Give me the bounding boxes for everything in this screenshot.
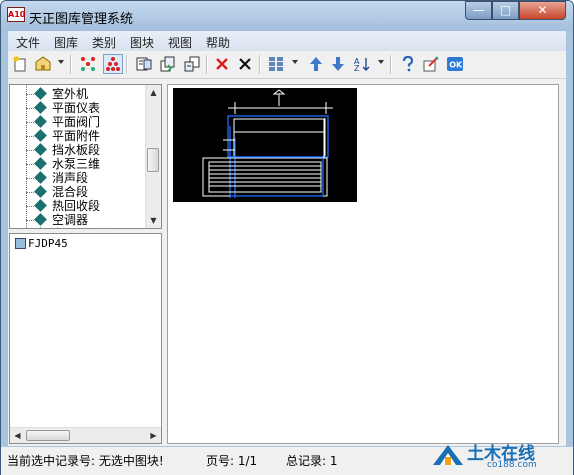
minimize-button[interactable]: — — [465, 1, 492, 20]
tree-item-label: 挡水板段 — [52, 143, 101, 157]
ok-icon[interactable]: OK — [445, 54, 465, 74]
scatter-view-icon[interactable] — [78, 54, 98, 74]
status-selection: 当前选中记录号: 无选中图块! — [7, 454, 164, 468]
open-library-icon[interactable] — [33, 54, 53, 74]
main-window: A10 天正图库管理系统 — □ ✕ 文件 图库 类别 图块 视图 帮助 A Z… — [0, 0, 574, 475]
tree-item[interactable]: 室外机 — [10, 87, 147, 101]
tree-item-label: 平面附件 — [52, 129, 101, 143]
scroll-right-icon[interactable]: ▶ — [146, 428, 161, 443]
tree-item[interactable]: 平面阀门 — [10, 115, 147, 129]
help-icon[interactable] — [398, 54, 418, 74]
scroll-thumb[interactable] — [26, 430, 70, 441]
category-icon — [34, 129, 47, 142]
app-logo-icon[interactable]: A10 — [7, 7, 25, 22]
title-bar[interactable]: A10 天正图库管理系统 — □ ✕ — [1, 1, 573, 31]
status-records: 总记录: 1 — [286, 454, 338, 468]
category-icon — [34, 227, 47, 228]
watermark-url: co188.com — [487, 460, 537, 470]
category-icon — [34, 87, 47, 100]
scroll-left-icon[interactable]: ◀ — [10, 428, 25, 443]
tree-item[interactable]: 空调器三维 — [10, 227, 147, 228]
menu-category[interactable]: 类别 — [92, 34, 116, 51]
list-horizontal-scrollbar[interactable]: ◀ ▶ — [10, 427, 161, 443]
category-icon — [34, 157, 47, 170]
watermark-logo-icon — [433, 445, 463, 465]
category-icon — [34, 213, 47, 226]
svg-text:OK: OK — [449, 61, 463, 70]
menu-block[interactable]: 图块 — [130, 34, 154, 51]
sort-az-icon[interactable]: AZ — [352, 54, 372, 74]
block-thumbnail[interactable] — [173, 88, 357, 202]
tree-item-label: 消声段 — [52, 171, 89, 185]
preview-icon[interactable] — [134, 54, 154, 74]
tree-item-label: 水泵三维 — [52, 157, 101, 171]
dropdown-icon[interactable] — [58, 60, 64, 64]
settings-icon[interactable] — [421, 54, 441, 74]
category-icon — [34, 199, 47, 212]
site-watermark: 土木在线 co188.com — [431, 439, 571, 473]
window-title: 天正图库管理系统 — [29, 12, 134, 27]
tree-item[interactable]: 水泵三维 — [10, 157, 147, 171]
menu-help[interactable]: 帮助 — [206, 34, 230, 51]
grid-view-icon[interactable] — [266, 54, 286, 74]
block-icon — [15, 238, 26, 249]
toolbar-separator — [390, 55, 392, 74]
toolbar-separator — [126, 55, 128, 74]
tree-vertical-scrollbar[interactable]: ▲ ▼ — [145, 85, 161, 228]
maximize-button[interactable]: □ — [492, 1, 519, 20]
category-icon — [34, 185, 47, 198]
tree-item-label: 热回收段 — [52, 199, 101, 213]
category-tree[interactable]: 室外机平面仪表平面阀门平面附件挡水板段水泵三维消声段混合段热回收段空调器空调器三… — [9, 84, 162, 229]
toolbar: AZ OK — [8, 51, 566, 79]
menu-view[interactable]: 视图 — [168, 34, 192, 51]
block-list[interactable]: FJDP45 ◀ ▶ — [9, 233, 162, 444]
tree-item[interactable]: 空调器 — [10, 213, 147, 227]
dropdown-icon[interactable] — [378, 60, 384, 64]
tree-item-label: 平面仪表 — [52, 101, 101, 115]
toolbar-separator — [206, 55, 208, 74]
stacked-view-icon[interactable] — [103, 54, 123, 74]
move-up-icon[interactable] — [306, 54, 326, 74]
close-button[interactable]: ✕ — [519, 1, 566, 20]
tree-item[interactable]: 热回收段 — [10, 199, 147, 213]
tree-item[interactable]: 平面仪表 — [10, 101, 147, 115]
tree-item[interactable]: 挡水板段 — [10, 143, 147, 157]
toolbar-separator — [259, 55, 261, 74]
menu-file[interactable]: 文件 — [16, 34, 40, 51]
delete-icon[interactable] — [235, 54, 255, 74]
category-icon — [34, 171, 47, 184]
list-item-label: FJDP45 — [28, 237, 68, 250]
dropdown-icon[interactable] — [292, 60, 298, 64]
menu-bar: 文件 图库 类别 图块 视图 帮助 — [8, 31, 566, 51]
delete-red-icon[interactable] — [212, 54, 232, 74]
menu-library[interactable]: 图库 — [54, 34, 78, 51]
tree-item[interactable]: 混合段 — [10, 185, 147, 199]
tree-item-label: 室外机 — [52, 87, 89, 101]
svg-text:Z: Z — [354, 64, 360, 72]
cad-drawing — [202, 89, 333, 198]
tree-item[interactable]: 平面附件 — [10, 129, 147, 143]
tree-item-label: 平面阀门 — [52, 115, 101, 129]
list-item[interactable]: FJDP45 — [15, 237, 68, 251]
category-icon — [34, 143, 47, 156]
category-icon — [34, 115, 47, 128]
new-library-icon[interactable] — [10, 54, 30, 74]
scroll-thumb[interactable] — [147, 148, 159, 172]
toolbar-separator — [70, 55, 72, 74]
status-page: 页号: 1/1 — [206, 454, 258, 468]
scroll-down-icon[interactable]: ▼ — [146, 213, 161, 228]
tree-item-label: 空调器 — [52, 213, 89, 227]
tree-item-label: 空调器三维 — [52, 227, 112, 228]
scroll-up-icon[interactable]: ▲ — [146, 85, 161, 100]
move-down-icon[interactable] — [328, 54, 348, 74]
tree-item-label: 混合段 — [52, 185, 89, 199]
insert-block-icon[interactable] — [182, 54, 202, 74]
replace-block-icon[interactable] — [158, 54, 178, 74]
tree-item[interactable]: 消声段 — [10, 171, 147, 185]
category-icon — [34, 101, 47, 114]
